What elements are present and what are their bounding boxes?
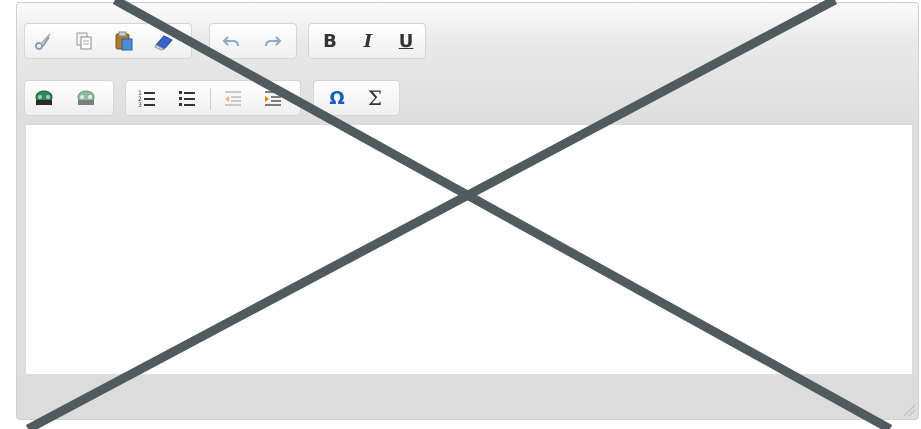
svg-text:3: 3 <box>138 102 142 108</box>
toolbar-separator <box>210 88 211 110</box>
redo-icon[interactable] <box>260 28 286 54</box>
clipboard-group <box>24 23 192 59</box>
link-group <box>24 80 114 116</box>
list-group: 123 <box>125 80 301 116</box>
bulleted-list-icon[interactable] <box>174 85 200 111</box>
resize-handle-icon[interactable] <box>902 403 916 417</box>
rich-text-editor: B I U 123 Ω Σ <box>16 2 919 420</box>
editor-content-area[interactable] <box>26 124 912 374</box>
decrease-indent-icon[interactable] <box>220 85 246 111</box>
eraser-icon[interactable] <box>151 28 177 54</box>
insert-group: Ω Σ <box>313 80 400 116</box>
numbered-list-icon[interactable]: 123 <box>134 85 160 111</box>
history-group <box>209 23 297 59</box>
editor-statusbar <box>17 375 918 419</box>
link-icon[interactable] <box>31 85 57 111</box>
format-group: B I U <box>308 23 426 59</box>
underline-icon[interactable]: U <box>393 28 419 54</box>
sigma-icon[interactable]: Σ <box>362 85 388 111</box>
copy-icon[interactable] <box>71 28 97 54</box>
unlink-icon[interactable] <box>73 85 99 111</box>
bold-icon[interactable]: B <box>317 28 343 54</box>
cut-icon[interactable] <box>31 28 57 54</box>
italic-icon[interactable]: I <box>355 28 381 54</box>
omega-icon[interactable]: Ω <box>324 85 350 111</box>
paste-icon[interactable] <box>111 28 137 54</box>
increase-indent-icon[interactable] <box>260 85 286 111</box>
undo-icon[interactable] <box>218 28 244 54</box>
